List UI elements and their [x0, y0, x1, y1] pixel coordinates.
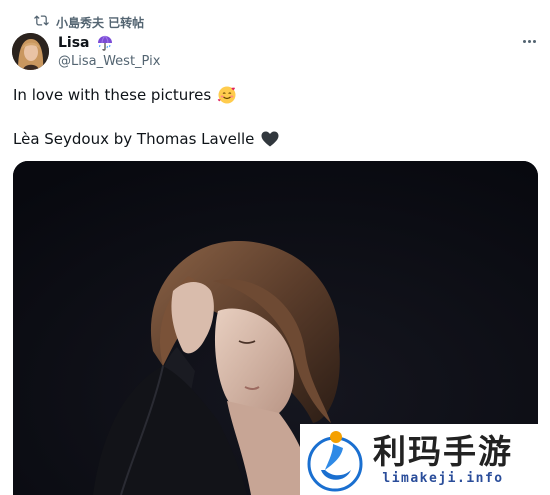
watermark-logo-icon — [307, 430, 363, 491]
black-heart-icon — [260, 129, 280, 149]
watermark-text: 利玛手游 limakeji.info — [373, 431, 513, 487]
author-handle[interactable]: @Lisa_West_Pix — [58, 54, 160, 70]
more-options-icon[interactable] — [520, 34, 538, 48]
tweet-text-1: In love with these pictures — [13, 86, 212, 104]
watermark-url: limakeji.info — [382, 470, 504, 486]
tweet-text-line-1: In love with these pictures — [13, 85, 533, 105]
retweet-label: 小島秀夫 已转帖 — [56, 15, 145, 30]
display-name: Lisa — [58, 34, 90, 51]
smiling-face-with-hearts-icon — [217, 85, 237, 105]
retweet-icon — [34, 13, 49, 31]
tweet-text-2: Lèa Seydoux by Thomas Lavelle — [13, 130, 255, 148]
watermark-brand: 利玛手游 — [373, 431, 513, 471]
avatar[interactable] — [12, 33, 49, 70]
umbrella-icon — [96, 34, 114, 52]
tweet-text-line-2: Lèa Seydoux by Thomas Lavelle — [13, 129, 533, 149]
retweet-indicator[interactable]: 小島秀夫 已转帖 — [34, 13, 144, 31]
author-name[interactable]: Lisa — [58, 34, 114, 52]
watermark: 利玛手游 limakeji.info — [300, 424, 550, 495]
